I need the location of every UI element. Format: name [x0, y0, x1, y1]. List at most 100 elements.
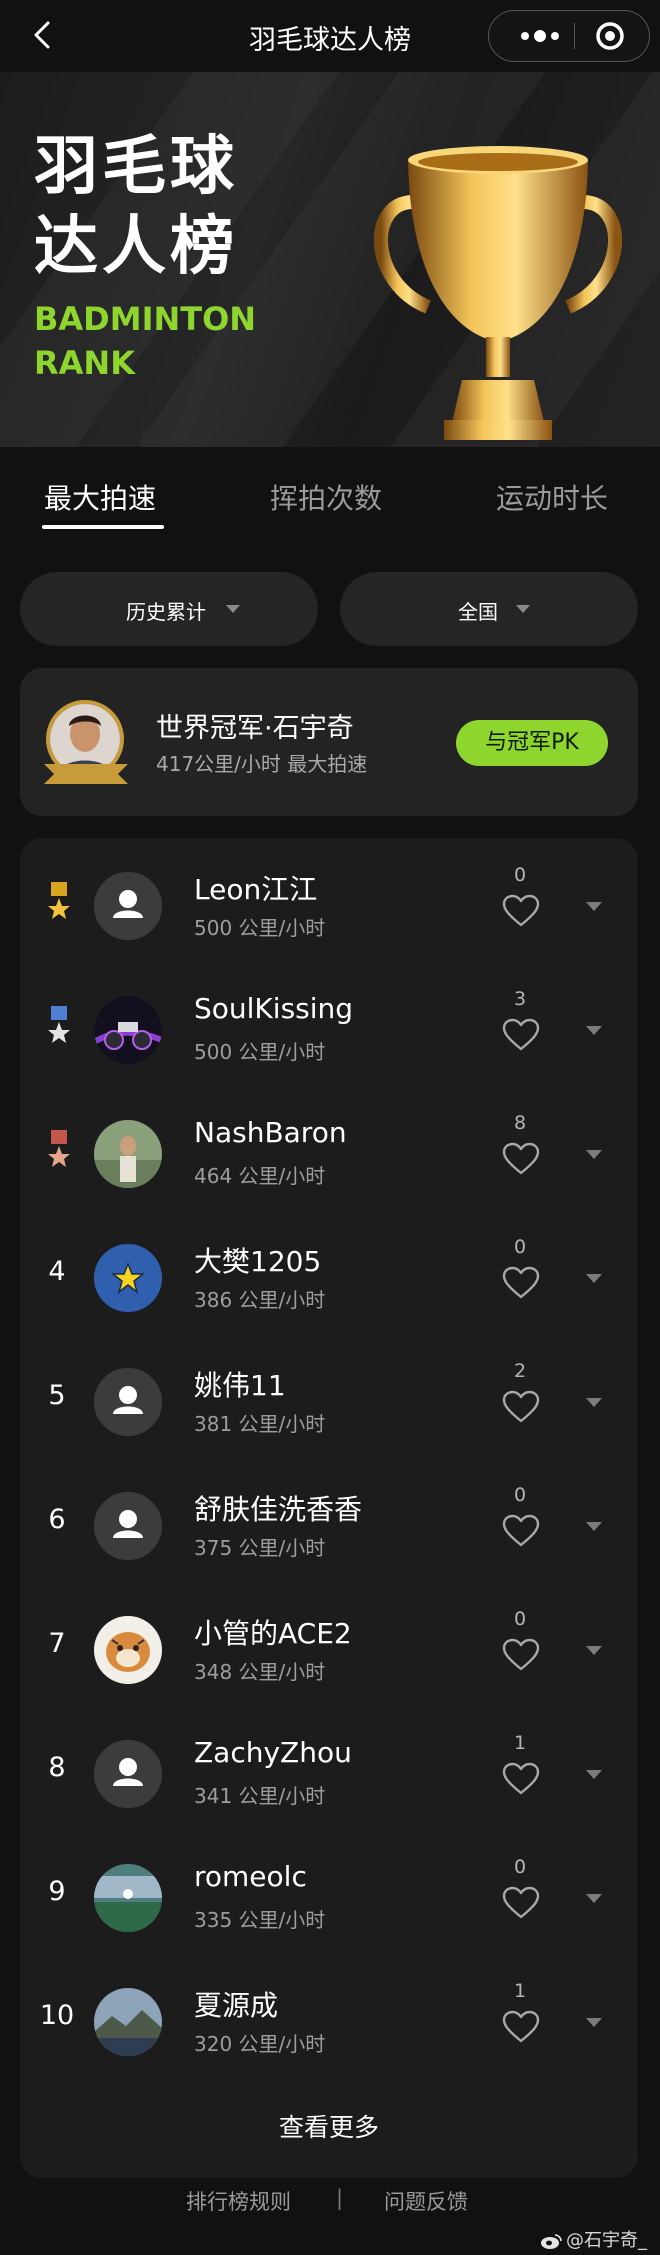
avatar-image: [94, 1368, 162, 1436]
chevron-down-icon[interactable]: [586, 1274, 602, 1283]
time-range-dropdown[interactable]: 历史累计: [20, 572, 318, 646]
tab-bar: 最大拍速 挥拍次数 运动时长: [0, 465, 660, 535]
pk-champion-button[interactable]: 与冠军PK: [456, 720, 608, 766]
heart-icon[interactable]: [502, 1390, 540, 1424]
champion-card: 世界冠军·石宇奇 417公里/小时 最大拍速 与冠军PK: [20, 668, 638, 816]
user-name: 小管的ACE2: [194, 1617, 352, 1650]
like-count: 1: [513, 1732, 527, 1754]
ranking-row[interactable]: SoulKissing 500 公里/小时 3: [20, 968, 638, 1092]
user-name: Leon江江: [194, 873, 318, 906]
hero-banner: 羽毛球 达人榜 BADMINTON RANK: [0, 72, 660, 447]
close-target-icon[interactable]: [593, 21, 627, 51]
hero-title: 羽毛球 达人榜: [34, 127, 238, 287]
heart-icon[interactable]: [502, 1762, 540, 1796]
chevron-down-icon[interactable]: [586, 1770, 602, 1779]
hero-subtitle: BADMINTON RANK: [34, 297, 256, 385]
rank-number: 5: [48, 1380, 66, 1411]
ranking-rules-link[interactable]: 排行榜规则: [186, 2186, 291, 2216]
user-avatar[interactable]: [94, 1616, 162, 1684]
like-count: 0: [513, 1484, 527, 1506]
ranking-row[interactable]: 10 夏源成 320 公里/小时 1: [20, 1960, 638, 2084]
gold-medal-icon: [48, 882, 70, 919]
tab-duration[interactable]: 运动时长: [496, 477, 608, 517]
heart-icon[interactable]: [502, 894, 540, 928]
ranking-row[interactable]: NashBaron 464 公里/小时 8: [20, 1092, 638, 1216]
rank-number: 7: [48, 1628, 66, 1659]
user-name: NashBaron: [194, 1116, 347, 1149]
user-name: 舒肤佳洗香香: [194, 1493, 363, 1526]
avatar-image: [94, 1492, 162, 1560]
user-avatar[interactable]: [94, 1244, 162, 1312]
trophy-icon: [374, 146, 622, 440]
user-avatar[interactable]: [94, 1740, 162, 1808]
user-avatar[interactable]: [94, 1492, 162, 1560]
heart-icon[interactable]: [502, 1638, 540, 1672]
chevron-down-icon: [516, 605, 530, 613]
capsule-divider: [574, 23, 575, 49]
like-count: 3: [513, 988, 527, 1010]
ranking-row[interactable]: 6 舒肤佳洗香香 375 公里/小时 0: [20, 1464, 638, 1588]
chevron-down-icon[interactable]: [586, 902, 602, 911]
ranking-row[interactable]: Leon江江 500 公里/小时 0: [20, 844, 638, 968]
heart-icon[interactable]: [502, 1886, 540, 1920]
user-avatar[interactable]: [94, 1120, 162, 1188]
user-avatar[interactable]: [94, 872, 162, 940]
hero-subtitle-line1: BADMINTON: [34, 300, 257, 338]
ranking-row[interactable]: 4 大樊1205 386 公里/小时 0: [20, 1216, 638, 1340]
ranking-row[interactable]: 7 小管的ACE2 348 公里/小时 0: [20, 1588, 638, 1712]
hero-title-line1: 羽毛球: [34, 130, 238, 204]
mini-program-capsule: [488, 10, 650, 62]
tab-swing-count[interactable]: 挥拍次数: [270, 477, 382, 517]
feedback-link[interactable]: 问题反馈: [384, 2186, 468, 2216]
avatar-image: [94, 1616, 162, 1684]
chevron-down-icon[interactable]: [586, 1894, 602, 1903]
chevron-down-icon[interactable]: [586, 1522, 602, 1531]
chevron-down-icon[interactable]: [586, 1646, 602, 1655]
active-tab-indicator: [42, 525, 164, 529]
chevron-down-icon: [226, 605, 240, 613]
view-more-button[interactable]: 查看更多: [20, 2108, 638, 2144]
user-avatar[interactable]: [94, 996, 162, 1064]
avatar-image: [94, 872, 162, 940]
watermark-text: @石宇奇_: [566, 2230, 647, 2251]
champion-speed: 417公里/小时 最大拍速: [156, 752, 368, 776]
user-speed: 386 公里/小时: [194, 1288, 326, 1312]
heart-icon[interactable]: [502, 1018, 540, 1052]
user-speed: 320 公里/小时: [194, 2032, 326, 2056]
time-range-value: 历史累计: [126, 600, 206, 624]
avatar-image: [94, 1988, 162, 2056]
user-speed: 348 公里/小时: [194, 1660, 326, 1684]
more-dots-icon[interactable]: [507, 25, 573, 47]
user-avatar[interactable]: [94, 1864, 162, 1932]
rank-number: 4: [48, 1256, 66, 1287]
ranking-row[interactable]: 9 romeolc 335 公里/小时 0: [20, 1836, 638, 1960]
ranking-row[interactable]: 8 ZachyZhou 341 公里/小时 1: [20, 1712, 638, 1836]
chevron-down-icon[interactable]: [586, 1398, 602, 1407]
region-dropdown[interactable]: 全国: [340, 572, 638, 646]
avatar-image: [94, 1864, 162, 1932]
user-avatar[interactable]: [94, 1368, 162, 1436]
user-speed: 464 公里/小时: [194, 1164, 326, 1188]
user-speed: 381 公里/小时: [194, 1412, 326, 1436]
rank-number: 10: [39, 2000, 75, 2031]
chevron-down-icon[interactable]: [586, 2018, 602, 2027]
like-count: 0: [513, 864, 527, 886]
chevron-down-icon[interactable]: [586, 1026, 602, 1035]
heart-icon[interactable]: [502, 1514, 540, 1548]
footer-links: 排行榜规则 | 问题反馈: [0, 2186, 660, 2226]
like-count: 8: [513, 1112, 527, 1134]
ranking-row[interactable]: 5 姚伟11 381 公里/小时 2: [20, 1340, 638, 1464]
heart-icon[interactable]: [502, 2010, 540, 2044]
user-name: romeolc: [194, 1860, 307, 1893]
tab-max-speed[interactable]: 最大拍速: [44, 477, 156, 517]
weibo-icon: [541, 2234, 562, 2249]
hero-title-line2: 达人榜: [34, 210, 238, 284]
heart-icon[interactable]: [502, 1142, 540, 1176]
heart-icon[interactable]: [502, 1266, 540, 1300]
like-count: 2: [513, 1360, 527, 1382]
user-avatar[interactable]: [94, 1988, 162, 2056]
chevron-down-icon[interactable]: [586, 1150, 602, 1159]
like-count: 0: [513, 1236, 527, 1258]
user-name: SoulKissing: [194, 992, 354, 1025]
silver-medal-icon: [48, 1006, 70, 1043]
